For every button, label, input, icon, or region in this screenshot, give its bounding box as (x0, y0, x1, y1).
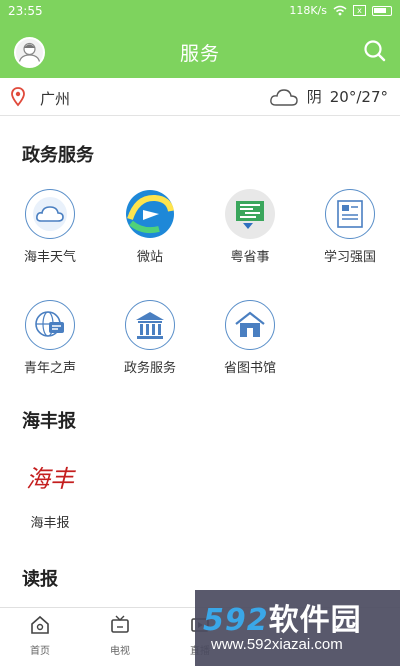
library-house-icon (225, 300, 275, 350)
temperature: 20°/27° (329, 87, 388, 106)
government-building-icon (125, 300, 175, 350)
service-label: 省图书馆 (223, 361, 276, 376)
service-label: 学习强国 (323, 250, 376, 265)
service-item-weather[interactable]: 海丰天气 (0, 189, 100, 265)
tab-label: 电视 (110, 646, 130, 657)
service-label: 海丰天气 (23, 250, 76, 265)
network-speed: 118K/s (289, 4, 327, 17)
yueshengshi-icon (225, 189, 275, 239)
location-weather-bar: 广州 阴 20°/27° (0, 78, 400, 116)
service-label: 粤省事 (230, 250, 270, 265)
service-item-weizhan[interactable]: 微站 (100, 189, 200, 265)
cloud-icon (25, 189, 75, 239)
service-item-yueshengshi[interactable]: 粤省事 (200, 189, 300, 265)
section-title-gov: 政务服务 (22, 145, 94, 166)
service-item-xuexi[interactable]: 学习强国 (300, 189, 400, 265)
service-item-youth[interactable]: 青年之声 (0, 300, 100, 376)
watermark-url: www.592xiazai.com (211, 636, 343, 653)
city-name[interactable]: 广州 (40, 88, 70, 109)
wifi-icon (333, 5, 347, 16)
tab-tv[interactable]: 电视 (90, 614, 150, 657)
newspaper-item-haifeng[interactable]: 海丰 海丰报 (0, 457, 100, 531)
service-label: 微站 (136, 250, 163, 265)
status-indicators: 118K/s x (289, 4, 392, 17)
tab-home[interactable]: 首页 (10, 614, 70, 657)
page-title: 服务 (179, 43, 220, 65)
haifeng-newspaper-logo: 海丰 (26, 465, 76, 493)
header-bar: 服务 (0, 24, 400, 78)
location-pin-icon (11, 87, 25, 107)
watermark-brand: 592软件园 (203, 603, 362, 638)
sim-icon: x (353, 5, 366, 16)
service-item-library[interactable]: 省图书馆 (200, 300, 300, 376)
service-label: 政务服务 (123, 361, 176, 376)
section-title-paper: 海丰报 (22, 411, 76, 432)
tv-icon (111, 615, 129, 633)
newspaper-label: 海丰报 (30, 516, 70, 531)
search-icon (364, 40, 386, 62)
home-icon (31, 615, 49, 634)
globe-chat-icon (25, 300, 75, 350)
cloud-weather-icon (269, 88, 298, 106)
weather-condition: 阴 (306, 88, 322, 106)
status-bar: 23:55 118K/s x (0, 0, 400, 24)
service-item-government[interactable]: 政务服务 (100, 300, 200, 376)
weizhan-icon (125, 189, 175, 239)
tab-label: 首页 (30, 646, 50, 657)
battery-icon (372, 5, 392, 16)
section-title-read: 读报 (22, 569, 58, 590)
xuexi-icon (325, 189, 375, 239)
service-label: 青年之声 (23, 361, 76, 376)
services-content: 政务服务 海丰天气 微站 粤省事 学习强国 青年之声 政务服务 省图书馆 海丰报… (0, 117, 400, 607)
weather-info[interactable]: 阴 20°/27° (269, 86, 388, 107)
svg-text:海丰: 海丰 (26, 465, 76, 493)
watermark-overlay: 592软件园 www.592xiazai.com (195, 590, 400, 666)
status-time: 23:55 (8, 4, 43, 18)
search-button[interactable] (362, 38, 388, 64)
